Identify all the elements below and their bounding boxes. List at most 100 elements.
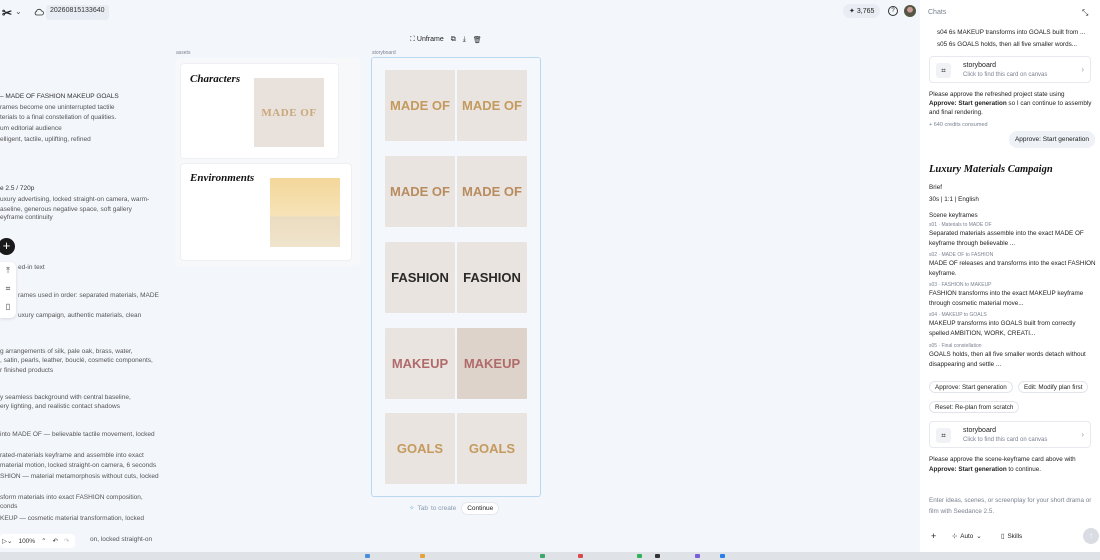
add-button[interactable]: + [0, 238, 15, 255]
doc-line: material motion, locked straight-on came… [0, 462, 157, 469]
doc-line: rames used in order: separated materials… [18, 292, 159, 299]
doc-line: e 2.5 / 720p [0, 185, 35, 192]
cloud-icon [34, 8, 44, 16]
scene-id: s03 · FASHION to MAKEUP [929, 282, 992, 288]
doc-line: y seamless background with central basel… [0, 394, 131, 401]
doc-line: rated-materials keyframe and assemble in… [0, 452, 144, 459]
grid-icon[interactable]: ⌗ [0, 280, 16, 298]
keyframe-tile[interactable]: MADE OF [385, 70, 455, 141]
taskbar-app-icon[interactable] [720, 554, 725, 558]
taskbar-app-icon[interactable] [420, 554, 425, 558]
reset-plan-button[interactable]: Reset: Re-plan from scratch [929, 401, 1020, 413]
taskbar-app-icon[interactable] [637, 554, 642, 558]
environment-thumbnail[interactable] [270, 178, 340, 247]
assistant-message: and final rendering. [929, 109, 983, 116]
shot-line: s04 6s MAKEUP transforms into GOALS buil… [937, 29, 1086, 36]
keyframe-tile[interactable]: FASHION [457, 242, 527, 313]
zoom-level[interactable]: 100% [18, 538, 35, 545]
doc-line: eyframe continuity [0, 214, 53, 221]
doc-line: aseline, generous negative space, soft g… [0, 206, 132, 213]
taskbar-app-icon[interactable] [365, 554, 370, 558]
help-icon[interactable]: ? [888, 6, 898, 16]
book-icon: ▯ [1001, 533, 1005, 540]
approve-button[interactable]: Approve: Start generation [929, 381, 1013, 393]
doc-line: SHION — material metamorphosis without c… [0, 473, 159, 480]
avatar[interactable] [904, 5, 916, 17]
chevron-down-icon[interactable]: ⌄ [15, 7, 22, 16]
unframe-button[interactable]: ⛶ Unframe [410, 36, 444, 44]
os-taskbar [0, 552, 1100, 560]
chevron-right-icon: › [1081, 65, 1084, 74]
environments-card[interactable]: Environments [181, 164, 351, 260]
keyframe-tile[interactable]: MAKEUP [457, 328, 527, 399]
doc-line: uxury campaign, authentic materials, cle… [18, 312, 142, 319]
mode-selector[interactable]: ⊹ Auto ⌄ [952, 533, 982, 540]
doc-line: conds [0, 503, 18, 510]
doc-line: rames become one uninterrupted tactile [0, 104, 115, 111]
unframe-icon: ⛶ [410, 35, 415, 43]
taskbar-app-icon[interactable] [540, 554, 545, 558]
scene-id: s01 · Materials to MADE OF [929, 222, 992, 228]
trash-icon[interactable]: 🗑 [473, 36, 482, 44]
scene-id: s02 · MADE OF to FASHION [929, 252, 994, 258]
storyboard-card[interactable]: ⌗ storyboard Click to find this card on … [929, 56, 1091, 83]
brief-label: Brief [929, 184, 942, 191]
keyframe-tile[interactable]: GOALS [385, 413, 455, 484]
create-hint: ✧ Tab to create [409, 504, 457, 513]
environments-title: Environments [190, 172, 255, 184]
left-toolbar: ⤒ ⌗ ▯ [0, 262, 16, 318]
scene-id: s04 · MAKEUP to GOALS [929, 312, 987, 318]
keyframe-tile[interactable]: MADE OF [457, 70, 527, 141]
keyframe-tile[interactable]: MADE OF [457, 156, 527, 227]
storyboard-frame[interactable]: MADE OF MADE OF MADE OF MADE OF FASHION … [371, 57, 541, 497]
taskbar-app-icon[interactable] [655, 554, 660, 558]
copy-icon[interactable]: ⧉ [451, 36, 456, 44]
keyframe-tile[interactable]: GOALS [457, 413, 527, 484]
assistant-message: Please approve the scene-keyframe card a… [929, 456, 1076, 463]
taskbar-app-icon[interactable] [695, 554, 700, 558]
download-icon[interactable]: ⤓ [463, 36, 466, 44]
storyboard-card[interactable]: ⌗ storyboard Click to find this card on … [929, 421, 1091, 448]
doc-line: elligent, tactile, uplifting, refined [0, 136, 91, 143]
edit-plan-button[interactable]: Edit: Modify plan first [1018, 381, 1089, 393]
keyframe-tile[interactable]: FASHION [385, 242, 455, 313]
scene-desc: MADE OF releases and transforms into the… [929, 260, 1096, 277]
chevron-down-icon: ⌄ [976, 533, 982, 540]
characters-card[interactable]: Characters MADE OF [181, 64, 338, 158]
doc-line: – MADE OF FASHION MAKEUP GOALS [0, 93, 119, 100]
collapse-icon[interactable]: ⤡ [1082, 8, 1088, 18]
chat-input-placeholder[interactable]: Enter ideas, scenes, or screenplay for y… [929, 497, 1091, 504]
attach-plus-icon[interactable]: + [931, 531, 936, 541]
characters-thumbnail[interactable]: MADE OF [254, 78, 324, 147]
continue-button[interactable]: Continue [462, 502, 499, 514]
doc-line: into MADE OF — believable tactile moveme… [0, 431, 155, 438]
app-logo-icon[interactable]: ✂ [2, 6, 14, 20]
upload-icon[interactable]: ⤒ [0, 262, 16, 280]
doc-line: g arrangements of silk, pale oak, brass,… [0, 348, 133, 355]
skills-button[interactable]: ▯ Skills [1001, 533, 1022, 540]
book-icon[interactable]: ▯ [0, 298, 16, 316]
user-message: Approve: Start generation [1009, 131, 1095, 148]
credits-badge[interactable]: ✦ 3,765 [843, 4, 881, 18]
chevron-up-icon[interactable]: ⌃ [41, 537, 46, 545]
chevron-right-icon: › [1081, 430, 1084, 439]
keyframe-tile[interactable]: MADE OF [385, 156, 455, 227]
campaign-title: Luxury Materials Campaign [929, 164, 1053, 175]
assistant-message: Please approve the refreshed project sta… [929, 91, 1065, 98]
characters-title: Characters [190, 73, 241, 85]
redo-icon[interactable]: ↷ [64, 537, 69, 545]
project-id[interactable]: 20260815133640 [46, 5, 109, 20]
undo-icon[interactable]: ↶ [53, 537, 58, 545]
pointer-tool-icon[interactable]: ▷⌄ [2, 537, 12, 545]
chats-title: Chats [928, 9, 947, 16]
assets-panel[interactable]: Characters MADE OF Environments [175, 58, 360, 266]
send-button[interactable]: ↑ [1083, 528, 1099, 544]
doc-line: terials to a final constellation of qual… [0, 114, 117, 121]
assistant-message: Approve: Start generation to continue. [929, 466, 1041, 473]
chat-input-placeholder[interactable]: film with Seedance 2.5. [929, 508, 994, 515]
mode-icon: ⊹ [952, 533, 958, 540]
taskbar-app-icon[interactable] [578, 554, 583, 558]
keyframe-tile[interactable]: MAKEUP [385, 328, 455, 399]
keyframes-label: Scene keyframes [929, 212, 978, 219]
credits-consumed: + 640 credits consumed [929, 122, 988, 128]
